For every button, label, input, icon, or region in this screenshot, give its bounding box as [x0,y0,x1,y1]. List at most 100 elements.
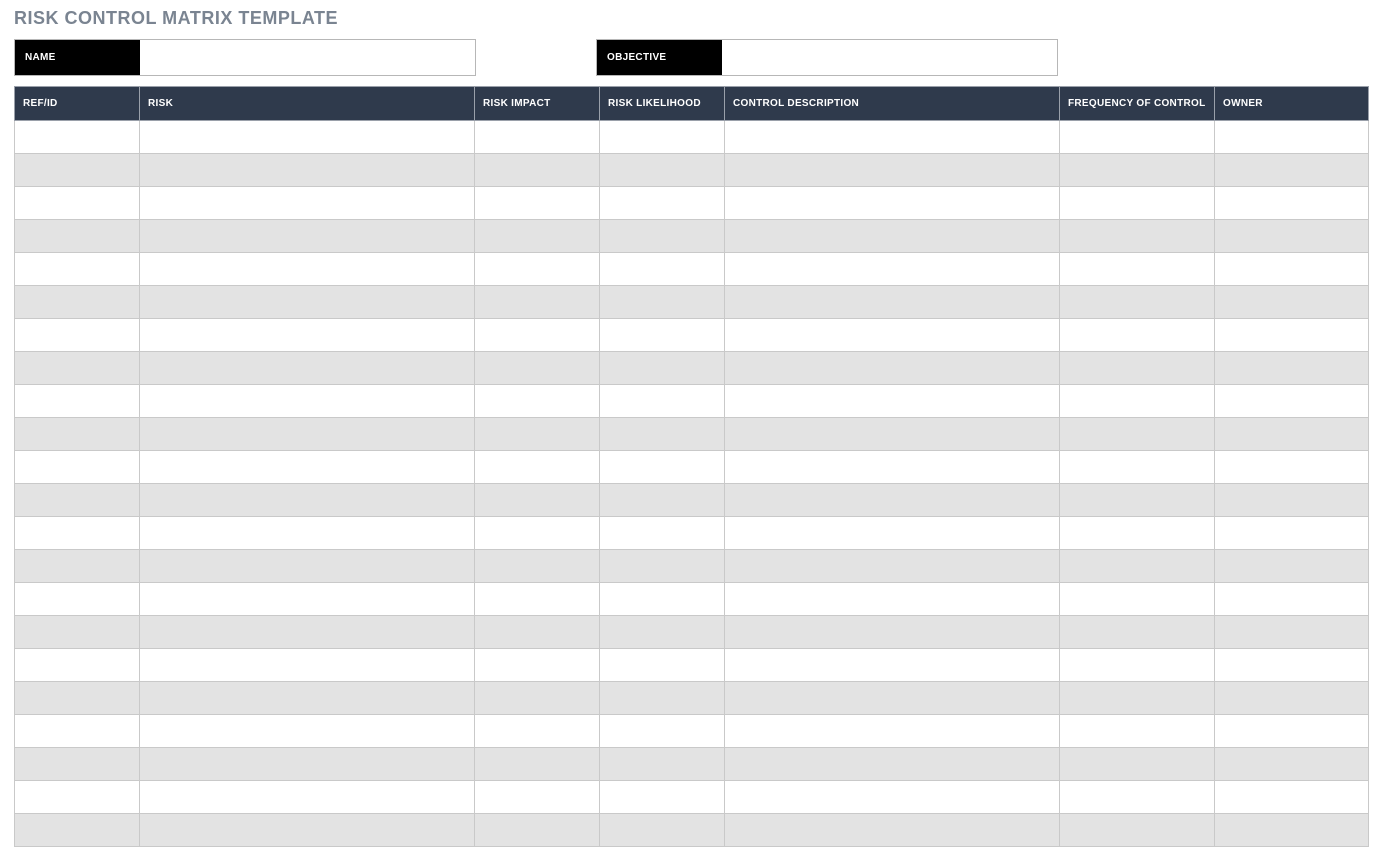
cell-likelihood[interactable] [600,385,725,418]
cell-frequency[interactable] [1060,187,1215,220]
cell-risk[interactable] [140,649,475,682]
cell-likelihood[interactable] [600,748,725,781]
cell-impact[interactable] [475,682,600,715]
cell-owner[interactable] [1215,253,1369,286]
cell-owner[interactable] [1215,121,1369,154]
cell-control[interactable] [725,748,1060,781]
cell-frequency[interactable] [1060,616,1215,649]
cell-owner[interactable] [1215,715,1369,748]
cell-risk[interactable] [140,418,475,451]
cell-risk[interactable] [140,781,475,814]
cell-ref[interactable] [15,121,140,154]
cell-impact[interactable] [475,781,600,814]
cell-frequency[interactable] [1060,781,1215,814]
cell-owner[interactable] [1215,352,1369,385]
cell-likelihood[interactable] [600,220,725,253]
cell-frequency[interactable] [1060,418,1215,451]
cell-frequency[interactable] [1060,253,1215,286]
cell-likelihood[interactable] [600,451,725,484]
cell-frequency[interactable] [1060,220,1215,253]
cell-impact[interactable] [475,616,600,649]
cell-risk[interactable] [140,814,475,847]
cell-frequency[interactable] [1060,550,1215,583]
cell-control[interactable] [725,583,1060,616]
cell-ref[interactable] [15,814,140,847]
cell-ref[interactable] [15,682,140,715]
cell-risk[interactable] [140,319,475,352]
cell-frequency[interactable] [1060,121,1215,154]
cell-risk[interactable] [140,253,475,286]
cell-frequency[interactable] [1060,715,1215,748]
cell-control[interactable] [725,187,1060,220]
cell-ref[interactable] [15,253,140,286]
cell-control[interactable] [725,715,1060,748]
cell-control[interactable] [725,319,1060,352]
cell-owner[interactable] [1215,385,1369,418]
cell-ref[interactable] [15,286,140,319]
cell-impact[interactable] [475,451,600,484]
cell-owner[interactable] [1215,649,1369,682]
cell-frequency[interactable] [1060,649,1215,682]
cell-owner[interactable] [1215,583,1369,616]
cell-owner[interactable] [1215,187,1369,220]
cell-ref[interactable] [15,319,140,352]
cell-impact[interactable] [475,814,600,847]
cell-ref[interactable] [15,187,140,220]
cell-owner[interactable] [1215,682,1369,715]
cell-control[interactable] [725,121,1060,154]
cell-impact[interactable] [475,352,600,385]
cell-frequency[interactable] [1060,748,1215,781]
cell-likelihood[interactable] [600,418,725,451]
cell-frequency[interactable] [1060,319,1215,352]
cell-ref[interactable] [15,748,140,781]
cell-control[interactable] [725,253,1060,286]
cell-ref[interactable] [15,781,140,814]
cell-likelihood[interactable] [600,781,725,814]
cell-likelihood[interactable] [600,154,725,187]
objective-input[interactable] [722,40,1057,75]
cell-likelihood[interactable] [600,253,725,286]
cell-owner[interactable] [1215,748,1369,781]
cell-likelihood[interactable] [600,319,725,352]
cell-frequency[interactable] [1060,451,1215,484]
cell-ref[interactable] [15,451,140,484]
cell-risk[interactable] [140,484,475,517]
cell-control[interactable] [725,385,1060,418]
cell-impact[interactable] [475,220,600,253]
cell-frequency[interactable] [1060,352,1215,385]
cell-likelihood[interactable] [600,121,725,154]
cell-owner[interactable] [1215,319,1369,352]
cell-likelihood[interactable] [600,814,725,847]
cell-ref[interactable] [15,583,140,616]
cell-risk[interactable] [140,682,475,715]
cell-impact[interactable] [475,484,600,517]
cell-risk[interactable] [140,583,475,616]
cell-ref[interactable] [15,220,140,253]
cell-control[interactable] [725,517,1060,550]
cell-impact[interactable] [475,583,600,616]
cell-ref[interactable] [15,550,140,583]
cell-control[interactable] [725,682,1060,715]
cell-owner[interactable] [1215,418,1369,451]
cell-risk[interactable] [140,517,475,550]
cell-owner[interactable] [1215,484,1369,517]
cell-control[interactable] [725,286,1060,319]
cell-frequency[interactable] [1060,583,1215,616]
cell-control[interactable] [725,616,1060,649]
cell-ref[interactable] [15,517,140,550]
cell-ref[interactable] [15,715,140,748]
cell-ref[interactable] [15,484,140,517]
cell-likelihood[interactable] [600,517,725,550]
cell-control[interactable] [725,451,1060,484]
cell-impact[interactable] [475,319,600,352]
cell-risk[interactable] [140,220,475,253]
cell-frequency[interactable] [1060,814,1215,847]
cell-risk[interactable] [140,550,475,583]
cell-control[interactable] [725,814,1060,847]
cell-risk[interactable] [140,748,475,781]
cell-likelihood[interactable] [600,583,725,616]
cell-impact[interactable] [475,385,600,418]
cell-owner[interactable] [1215,220,1369,253]
cell-likelihood[interactable] [600,286,725,319]
cell-likelihood[interactable] [600,616,725,649]
